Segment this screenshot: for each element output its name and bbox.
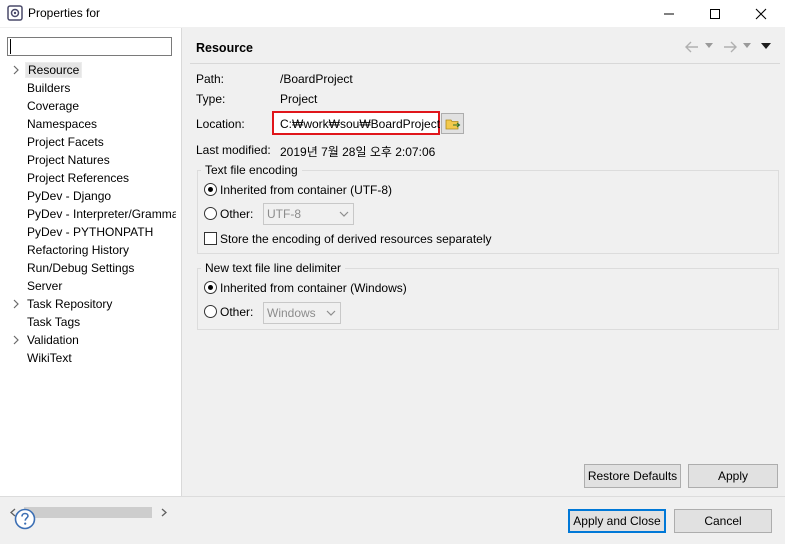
delimiter-other-radio[interactable]: [204, 305, 217, 318]
last-modified-label: Last modified:: [196, 143, 271, 157]
delimiter-other-label: Other:: [220, 305, 254, 319]
tree-item[interactable]: PyDev - Interpreter/Grammar: [0, 205, 176, 223]
help-icon[interactable]: [14, 508, 36, 530]
forward-dropdown-icon[interactable]: [743, 43, 751, 49]
back-dropdown-icon[interactable]: [705, 43, 713, 49]
tree-item[interactable]: Project Natures: [0, 151, 176, 169]
path-label: Path:: [196, 72, 225, 86]
encoding-select-value: UTF-8: [267, 207, 301, 221]
scroll-right-icon[interactable]: [160, 508, 168, 517]
tree-item-label: Project References: [27, 171, 130, 185]
last-modified-value: 2019년 7월 28일 오후 2:07:06: [280, 145, 436, 159]
restore-defaults-button[interactable]: Restore Defaults: [584, 464, 681, 488]
tree-item-label: Project Natures: [27, 153, 110, 167]
apply-button[interactable]: Apply: [688, 464, 778, 488]
tree-item-label: Project Facets: [27, 135, 104, 149]
tree-item-label: Task Repository: [27, 297, 113, 311]
tree-item-label: Builders: [27, 81, 71, 95]
tree-item-label: PyDev - PYTHONPATH: [27, 225, 154, 239]
tree-item[interactable]: PyDev - PYTHONPATH: [0, 223, 176, 241]
encoding-select[interactable]: UTF-8: [263, 203, 354, 225]
tree-item[interactable]: Validation: [0, 331, 176, 349]
title-bar: Properties for: [0, 0, 785, 27]
tree-item[interactable]: Project References: [0, 169, 176, 187]
expand-chevron-icon[interactable]: [11, 298, 21, 310]
tree-item[interactable]: Run/Debug Settings: [0, 259, 176, 277]
encoding-group-title: Text file encoding: [201, 163, 302, 177]
expand-chevron-icon[interactable]: [11, 334, 21, 346]
chevron-down-icon: [326, 310, 336, 316]
delimiter-select-value: Windows: [267, 306, 316, 320]
tree-item-label: WikiText: [27, 351, 72, 365]
location-value: C:₩work₩sou₩BoardProject: [280, 117, 441, 131]
close-icon: [755, 8, 767, 19]
delimiter-inherited-radio[interactable]: [204, 281, 217, 294]
tree-item[interactable]: WikiText: [0, 349, 176, 367]
delimiter-group-title: New text file line delimiter: [201, 261, 346, 275]
tree-item-label: Resource: [25, 62, 83, 78]
filter-input[interactable]: [7, 37, 172, 56]
tree-item-label: Validation: [27, 333, 79, 347]
encoding-inherited-radio[interactable]: [204, 183, 217, 196]
tree-item-label: PyDev - Django: [27, 189, 112, 203]
tree-item-label: Refactoring History: [27, 243, 130, 257]
tree-item[interactable]: Task Tags: [0, 313, 176, 331]
store-encoding-checkbox[interactable]: [204, 232, 217, 245]
tree-item[interactable]: Project Facets: [0, 133, 176, 151]
app-icon: [7, 5, 23, 21]
tree-item[interactable]: Namespaces: [0, 115, 176, 133]
tree-item[interactable]: Task Repository: [0, 295, 176, 313]
encoding-other-radio[interactable]: [204, 207, 217, 220]
view-menu-icon[interactable]: [761, 43, 771, 50]
maximize-button[interactable]: [692, 0, 738, 27]
tree-item[interactable]: Coverage: [0, 97, 176, 115]
page-title: Resource: [196, 41, 253, 55]
minimize-icon: [664, 13, 674, 14]
text-caret: [10, 39, 11, 54]
encoding-other-label: Other:: [220, 207, 254, 221]
chevron-down-icon: [339, 211, 349, 217]
delimiter-inherited-label: Inherited from container (Windows): [220, 281, 407, 295]
tree-item-label: Server: [27, 279, 63, 293]
delimiter-select[interactable]: Windows: [263, 302, 341, 324]
tree-item[interactable]: Resource: [0, 61, 176, 79]
minimize-button[interactable]: [646, 0, 692, 27]
header-divider: [190, 63, 780, 64]
encoding-inherited-label: Inherited from container (UTF-8): [220, 183, 393, 197]
forward-arrow-icon[interactable]: [722, 40, 738, 54]
back-arrow-icon[interactable]: [684, 40, 700, 54]
tree-item[interactable]: Refactoring History: [0, 241, 176, 259]
property-page-tree: Resource Builders Coverage Namespaces Projec…: [0, 28, 182, 519]
tree-item-label: PyDev - Interpreter/Grammar: [27, 207, 176, 221]
tree-item[interactable]: PyDev - Django: [0, 187, 176, 205]
close-button[interactable]: [738, 0, 784, 27]
tree-item-label: Task Tags: [27, 315, 81, 329]
tree-item[interactable]: Builders: [0, 79, 176, 97]
tree-item[interactable]: Server: [0, 277, 176, 295]
store-encoding-label: Store the encoding of derived resources …: [220, 232, 492, 246]
show-in-explorer-button[interactable]: [441, 113, 464, 134]
window-title: Properties for: [28, 6, 101, 20]
apply-and-close-button[interactable]: Apply and Close: [568, 509, 666, 533]
tree-item-label: Run/Debug Settings: [27, 261, 135, 275]
path-value: /BoardProject: [280, 72, 353, 86]
tree-item-label: Coverage: [27, 99, 80, 113]
footer-divider: [0, 496, 785, 497]
location-label: Location:: [196, 117, 245, 131]
expand-chevron-icon[interactable]: [11, 64, 21, 76]
scrollbar-thumb[interactable]: [24, 507, 152, 518]
type-label: Type:: [196, 92, 226, 106]
tree-item-label: Namespaces: [27, 117, 98, 131]
maximize-icon: [710, 8, 720, 19]
type-value: Project: [280, 92, 318, 106]
cancel-button[interactable]: Cancel: [674, 509, 772, 533]
open-folder-icon: [445, 119, 460, 129]
